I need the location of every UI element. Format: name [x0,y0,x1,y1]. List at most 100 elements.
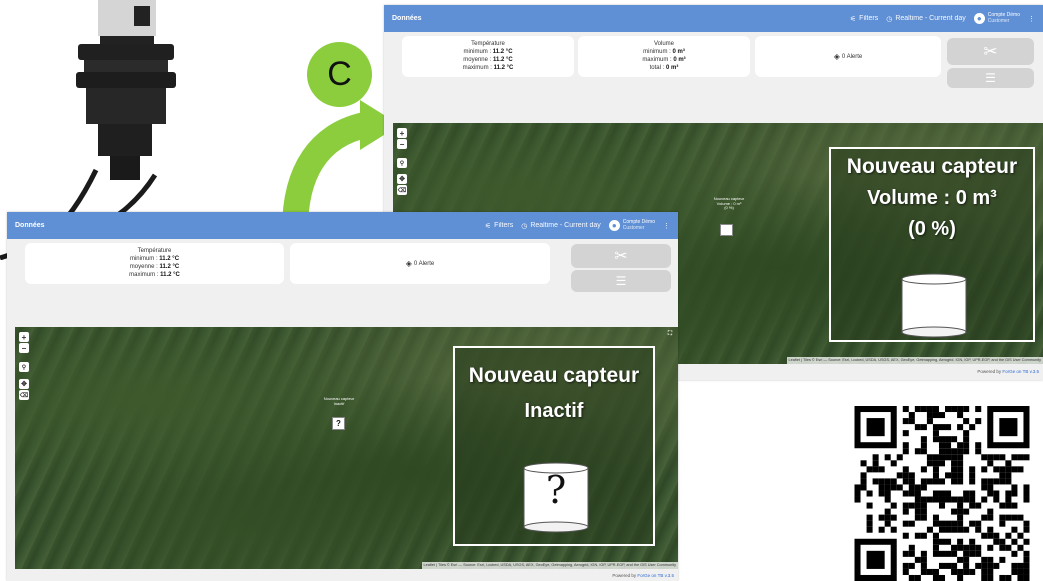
filter-icon: ⚟ [849,15,857,23]
move-button[interactable]: ✥ [19,379,29,389]
temperature-title: Température [137,248,172,254]
zoom-title: Nouveau capteur [846,155,1018,178]
empty-tank-icon [901,273,967,338]
list-icon: ☰ [985,71,996,85]
unknown-symbol: ? [545,468,567,512]
temp-avg-label: moyenne : [129,264,158,271]
eraser-icon: ⌫ [19,392,29,399]
fullscreen-icon: ⛶ [667,330,673,337]
dashboard-title: Données [392,15,422,22]
marker-label-status: Inactif [333,400,345,406]
eraser-button[interactable]: ⌫ [19,390,29,400]
composite-figure: C Données ⚟ Filters ◷ Realtime - Current… [0,0,1043,581]
alert-count: 0 Alerte [413,260,435,267]
eraser-icon: ⌫ [397,187,407,194]
temp-min-value: 11.2 °C [159,256,180,263]
vol-min-value: 0 m³ [672,49,685,56]
marker-label: Nouveau capteur Volume : 0 m³ (0 %) [699,196,759,211]
temp-min-label: minimum : [129,256,158,263]
tools-icon: ✂ [983,41,998,61]
more-vert-icon[interactable]: ⋮ [663,222,670,230]
vol-max-label: maximum : [642,57,672,64]
alert-card[interactable]: ◈ 0 Alerte [290,243,550,284]
temp-avg-value: 11.2 °C [492,57,513,64]
filters-button[interactable]: ⚟ Filters [850,15,878,23]
temp-avg-value: 11.2 °C [159,264,180,271]
zoom-status: Inactif [524,400,584,422]
user-menu[interactable]: ● Compte Démo Customer [608,219,655,231]
marker-label-percent: (0 %) [724,205,734,211]
zoom-in-icon: + [399,128,405,138]
volume-card: Volume minimum : 0 m³ maximum : 0 m³ tot… [578,36,750,77]
zoom-volume: Volume : 0 m³ [867,187,997,209]
clock-icon: ◷ [886,15,893,23]
vol-min-label: minimum : [643,49,671,56]
temperature-card: Température minimum : 11.2 °C moyenne : … [25,243,284,284]
map-attribution: Leaflet | Tiles © Esri — Source: Esri, i… [421,562,678,569]
list-icon: ☰ [615,274,627,288]
marker-label: Nouveau capteur Inactif [309,396,369,406]
powered-by-link[interactable]: ForGe on TB v.3.5 [637,573,674,578]
zoom-out-button[interactable]: − [19,343,29,353]
zoom-in-button[interactable]: + [397,128,407,138]
alert-card[interactable]: ◈ 0 Alerte [755,36,941,77]
powered-by-link[interactable]: ForGe on TB v.3.5 [1002,369,1039,374]
tools-icon: ✂ [614,248,628,265]
temp-min-label: minimum : [463,49,492,56]
temp-avg-label: moyenne : [463,57,492,64]
user-role: Customer [622,224,645,231]
map-attribution: Leaflet | Tiles © Esri — Source: Esri, i… [786,357,1043,364]
move-button[interactable]: ✥ [397,174,407,184]
temp-max-value: 11.2 °C [160,272,180,279]
zoom-callout-inactive: Nouveau capteur Inactif ? [453,346,655,546]
settings-tool-button[interactable]: ✂ [947,38,1034,65]
filters-label: Filters [859,15,879,22]
account-icon: ● [608,220,620,231]
list-tool-button[interactable]: ☰ [947,68,1034,88]
timewindow-button[interactable]: ◷ Realtime - Current day [521,222,601,230]
filters-button[interactable]: ⚟ Filters [485,222,513,230]
account-icon: ● [973,13,985,24]
powered-by: Powered by ForGe on TB v.3.5 [612,573,674,578]
move-icon: ✥ [21,381,27,388]
alert-count: 0 Alerte [841,53,863,60]
dashboard-title: Données [15,222,45,229]
eraser-button[interactable]: ⌫ [397,185,407,195]
temp-max-label: maximum : [462,65,492,72]
zoom-out-icon: − [399,139,405,149]
temp-min-value: 11.2 °C [492,49,513,56]
clock-icon: ◷ [521,222,528,230]
zoom-in-icon: + [21,332,27,342]
temperature-card: Température minimum : 11.2 °C moyenne : … [402,36,574,77]
zoom-title: Nouveau capteur [468,364,640,387]
vol-total-value: 0 m³ [666,65,679,72]
sensor-marker[interactable]: ? [332,417,345,430]
temp-max-value: 11.2 °C [493,65,514,72]
zoom-callout-volume: Nouveau capteur Volume : 0 m³ (0 %) [829,147,1035,342]
user-role: Customer [987,17,1010,24]
list-tool-button[interactable]: ☰ [571,270,671,292]
alert-icon: ◈ [833,52,840,61]
pin-icon: ⚲ [399,160,405,167]
fullscreen-button[interactable]: ⛶ [666,330,674,338]
timewindow-button[interactable]: ◷ Realtime - Current day [886,15,966,23]
temp-max-label: maximum : [129,272,159,279]
unknown-icon: ? [336,419,341,428]
vol-max-value: 0 m³ [673,57,686,64]
zoom-out-button[interactable]: − [397,139,407,149]
settings-tool-button[interactable]: ✂ [571,244,671,268]
timewindow-label: Realtime - Current day [895,15,966,22]
qr-code [853,406,1031,581]
temperature-title: Température [471,41,505,47]
powered-by-label: Powered by [612,573,637,578]
zoom-in-button[interactable]: + [19,332,29,342]
more-vert-icon[interactable]: ⋮ [1028,15,1035,23]
pin-icon: ⚲ [21,364,27,371]
pin-button[interactable]: ⚲ [397,158,407,168]
user-menu[interactable]: ● Compte Démo Customer [973,12,1020,24]
vol-total-label: total : [649,65,665,72]
sensor-marker[interactable] [720,224,733,236]
timewindow-label: Realtime - Current day [530,222,601,229]
pin-button[interactable]: ⚲ [19,362,29,372]
filters-label: Filters [494,222,514,229]
